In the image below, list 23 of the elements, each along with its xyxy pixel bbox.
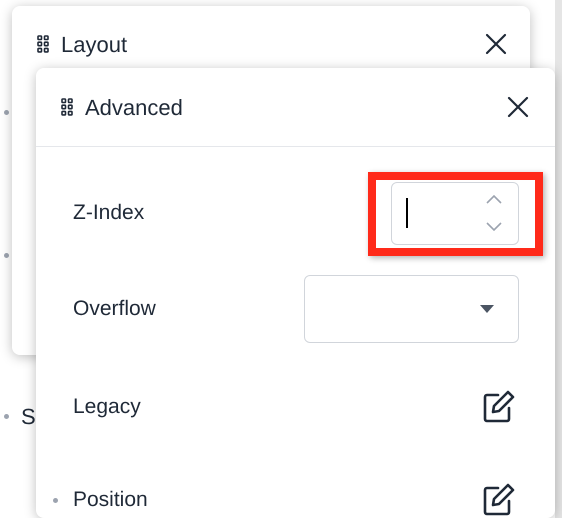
field-label: Z-Index xyxy=(73,200,144,226)
drag-handle-icon[interactable] xyxy=(61,98,73,116)
dropdown-caret-icon xyxy=(480,305,494,313)
list-item-text: S xyxy=(21,403,36,431)
bullet-icon xyxy=(4,110,9,115)
field-label: Legacy xyxy=(73,394,141,420)
text-cursor xyxy=(406,198,408,228)
select-field[interactable] xyxy=(304,275,519,343)
field-label: Overflow xyxy=(73,296,156,322)
edit-icon xyxy=(481,482,517,518)
field-label: Position xyxy=(73,487,148,514)
panel-title: Advanced xyxy=(85,94,184,122)
bullet-icon xyxy=(4,253,9,258)
close-button[interactable] xyxy=(506,95,530,119)
close-button[interactable] xyxy=(484,32,508,56)
close-icon xyxy=(507,96,529,118)
drag-handle-icon[interactable] xyxy=(37,35,49,53)
bullet-icon xyxy=(4,414,9,419)
bullet-icon xyxy=(53,498,58,502)
close-icon xyxy=(485,33,507,55)
edit-icon xyxy=(481,389,517,425)
panel-title: Layout xyxy=(61,30,128,59)
number-input-field[interactable] xyxy=(391,182,519,244)
